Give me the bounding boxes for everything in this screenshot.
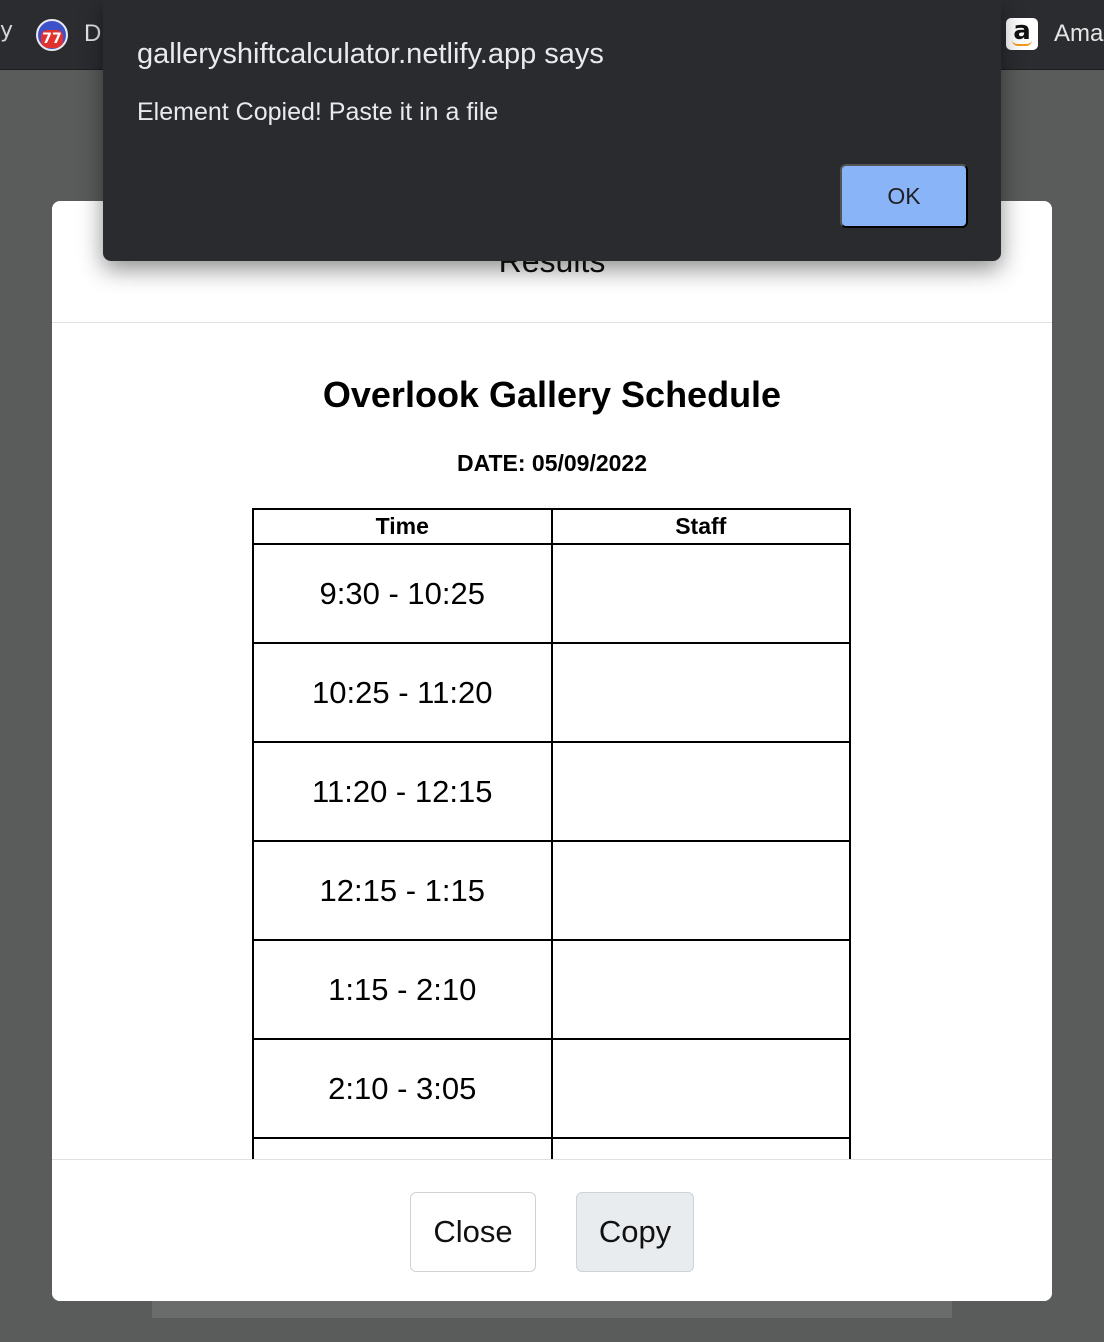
column-header-staff: Staff <box>550 508 851 545</box>
alert-dialog: galleryshiftcalculator.netlify.app says … <box>103 0 1001 261</box>
table-row: 10:25 - 11:20 <box>252 642 851 743</box>
table-header-row: Time Staff <box>252 508 851 545</box>
schedule-title: Overlook Gallery Schedule <box>322 374 782 415</box>
table-row: 9:30 - 10:25 <box>252 543 851 644</box>
staff-cell <box>550 543 851 644</box>
column-header-time: Time <box>252 508 553 545</box>
time-cell <box>252 1137 553 1159</box>
alert-title: galleryshiftcalculator.netlify.app says <box>137 38 604 70</box>
amazon-icon[interactable]: a <box>1006 18 1038 50</box>
staff-cell <box>550 1137 851 1159</box>
bookmark-edge-label[interactable]: y <box>0 18 13 43</box>
table-row: 11:20 - 12:15 <box>252 741 851 842</box>
alert-message: Element Copied! Paste it in a file <box>137 98 499 126</box>
results-modal: Results Overlook Gallery Schedule DATE: … <box>52 201 1052 1301</box>
time-cell: 12:15 - 1:15 <box>252 840 553 941</box>
modal-body: Overlook Gallery Schedule DATE: 05/09/20… <box>52 324 1052 1159</box>
close-button[interactable]: Close <box>410 1192 536 1272</box>
amazon-smile-icon <box>1012 40 1032 46</box>
modal-footer: Close Copy <box>52 1159 1052 1301</box>
ok-button[interactable]: OK <box>840 164 968 228</box>
schedule-date: DATE: 05/09/2022 <box>456 450 648 476</box>
staff-cell <box>550 1038 851 1139</box>
badge-text: 77 <box>41 30 63 48</box>
staff-cell <box>550 642 851 743</box>
table-row: 12:15 - 1:15 <box>252 840 851 941</box>
time-cell: 9:30 - 10:25 <box>252 543 553 644</box>
copy-button[interactable]: Copy <box>576 1192 694 1272</box>
77-badge-icon[interactable]: 77 <box>36 19 68 51</box>
schedule-table: Time Staff 9:30 - 10:25 10:25 - 11:20 11… <box>252 508 851 1159</box>
bookmark-label-amazon[interactable]: Ama <box>1054 20 1103 48</box>
table-row: 1:15 - 2:10 <box>252 939 851 1040</box>
table-row: 2:10 - 3:05 <box>252 1038 851 1139</box>
time-cell: 11:20 - 12:15 <box>252 741 553 842</box>
time-cell: 10:25 - 11:20 <box>252 642 553 743</box>
staff-cell <box>550 840 851 941</box>
staff-cell <box>550 741 851 842</box>
time-cell: 2:10 - 3:05 <box>252 1038 553 1139</box>
time-cell: 1:15 - 2:10 <box>252 939 553 1040</box>
staff-cell <box>550 939 851 1040</box>
bookmark-label[interactable]: D <box>84 20 101 48</box>
table-row <box>252 1137 851 1159</box>
